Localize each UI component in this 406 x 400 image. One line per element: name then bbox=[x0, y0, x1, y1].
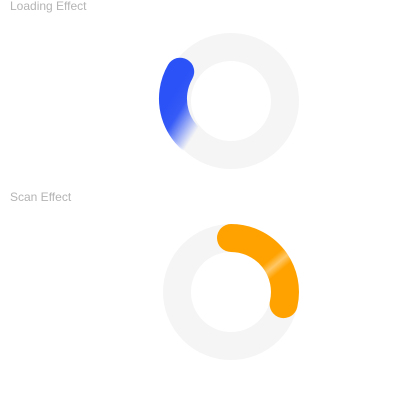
loading-arc bbox=[158, 57, 216, 161]
scan-effect-label: Scan Effect bbox=[10, 190, 72, 204]
loading-spinner-graphic bbox=[158, 33, 299, 169]
loading-effect-label: Loading Effect bbox=[10, 0, 87, 13]
scan-arc bbox=[217, 224, 299, 319]
effects-demo-page: Loading Effect Scan Effect bbox=[0, 0, 406, 400]
scan-indicator bbox=[161, 222, 301, 362]
loading-spinner bbox=[158, 31, 301, 171]
scan-indicator-graphic bbox=[163, 224, 299, 360]
